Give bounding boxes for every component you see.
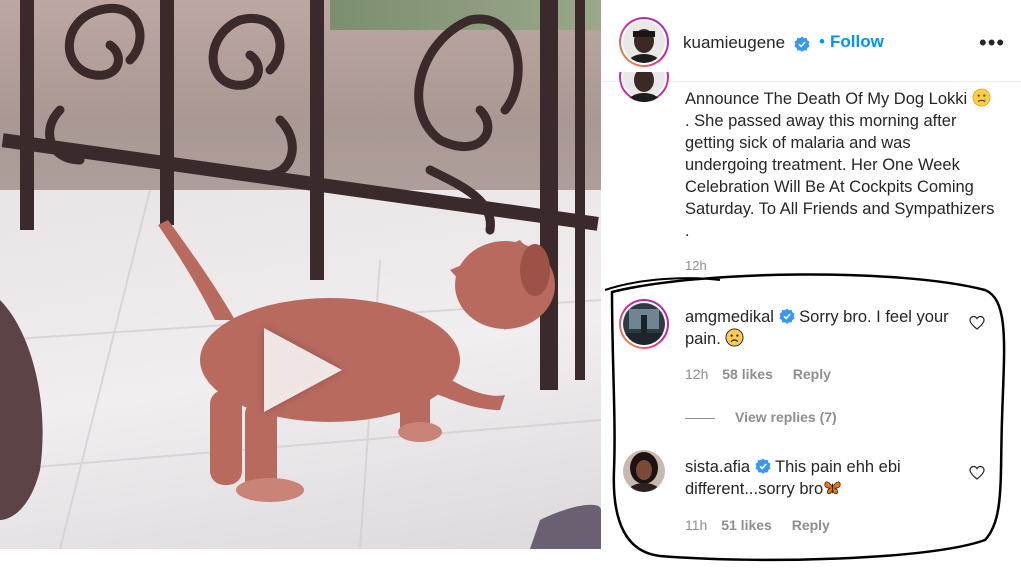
story-ring[interactable] <box>619 17 669 67</box>
comment-avatar-ring[interactable] <box>619 299 669 349</box>
post-header: kuamieugene • Follow ••• <box>601 0 1021 82</box>
reply-button[interactable]: Reply <box>792 517 830 533</box>
comment-likes[interactable]: 51 likes <box>721 517 772 533</box>
comment-likes[interactable]: 58 likes <box>722 366 773 382</box>
comment-username[interactable]: amgmedikal <box>685 308 774 326</box>
verified-badge-icon <box>779 308 795 324</box>
author-avatar[interactable] <box>623 21 665 63</box>
comment-body-2: sista.afia This pain ehh ebi different..… <box>685 456 975 500</box>
verified-badge-icon <box>755 458 771 474</box>
bottom-whitespace <box>0 549 1021 569</box>
reply-button[interactable]: Reply <box>793 366 831 382</box>
frowning-face-emoji <box>725 328 744 347</box>
comment-username[interactable]: sista.afia <box>685 458 750 476</box>
comment-meta-1: 12h 58 likes Reply <box>685 366 831 382</box>
play-icon[interactable] <box>264 328 342 412</box>
view-replies-button[interactable]: View replies (7) <box>685 409 837 425</box>
caption-timestamp[interactable]: 12h <box>685 258 707 273</box>
caption-text-continued: . She passed away this morning after get… <box>685 112 995 240</box>
comment-timestamp[interactable]: 12h <box>685 366 708 382</box>
verified-badge-icon <box>794 36 810 52</box>
view-replies-line <box>685 417 715 419</box>
more-options-icon[interactable]: ••• <box>979 30 1005 56</box>
comment-meta-2: 11h 51 likes Reply <box>685 517 830 533</box>
view-replies-label: View replies (7) <box>735 409 837 425</box>
caption-text: Announce The Death Of My Dog Lokki <box>685 90 968 108</box>
commenter-avatar-amgmedikal[interactable] <box>623 303 665 345</box>
follow-separator: • <box>819 32 825 51</box>
heart-icon[interactable] <box>969 315 985 331</box>
comment-body-1: amgmedikal Sorry bro. I feel your pain. <box>685 306 975 350</box>
follow-button[interactable]: Follow <box>830 32 884 52</box>
post-caption: Announce The Death Of My Dog Lokki . She… <box>685 88 995 242</box>
post-video[interactable] <box>0 0 601 549</box>
sad-face-emoji <box>972 88 991 107</box>
commenter-avatar-sista-afia[interactable] <box>623 450 665 492</box>
video-frame-scene <box>0 0 601 549</box>
post-side-panel: kuamieugene • Follow ••• Announce The De… <box>601 0 1021 549</box>
caption-avatar[interactable] <box>619 72 669 102</box>
comment-timestamp[interactable]: 11h <box>685 517 707 533</box>
heart-icon[interactable] <box>969 465 985 481</box>
author-username[interactable]: kuamieugene <box>683 33 785 53</box>
butterfly-emoji <box>824 481 841 495</box>
